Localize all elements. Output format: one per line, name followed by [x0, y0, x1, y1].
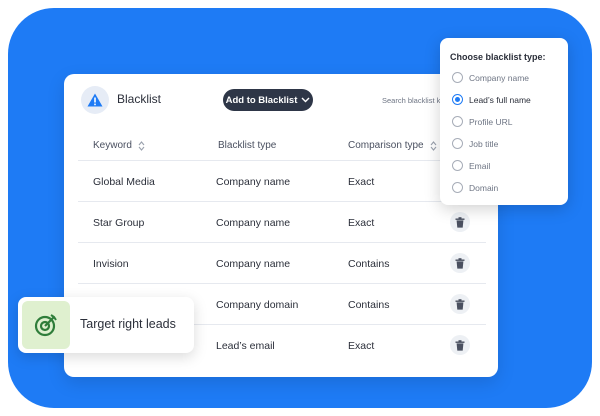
column-header-blacklist-type: Blacklist type — [218, 140, 276, 151]
cell-comparison-type: Exact — [348, 176, 375, 188]
cell-blacklist-type: Company name — [216, 176, 291, 188]
trash-icon — [455, 298, 465, 310]
cell-blacklist-type: Company name — [216, 217, 291, 229]
radio-button[interactable] — [452, 116, 463, 127]
column-header-label: Keyword — [93, 140, 132, 151]
option-label: Job title — [469, 138, 499, 149]
cell-blacklist-type: Company name — [216, 258, 291, 270]
sort-icon — [430, 140, 437, 151]
dropdown-title: Choose blacklist type: — [450, 52, 546, 62]
cell-keyword: Global Media — [93, 176, 155, 188]
radio-button[interactable] — [452, 138, 463, 149]
delete-button[interactable] — [450, 335, 470, 355]
option-email[interactable]: Email — [452, 160, 490, 171]
add-to-blacklist-label: Add to Blacklist — [225, 94, 298, 106]
cell-comparison-type: Exact — [348, 340, 375, 352]
radio-button[interactable] — [452, 160, 463, 171]
radio-button-selected[interactable] — [452, 94, 463, 105]
option-label: Email — [469, 160, 491, 171]
search-input[interactable]: Search blacklist ke — [382, 96, 445, 105]
target-icon — [22, 301, 70, 349]
cell-comparison-type: Contains — [348, 299, 390, 311]
cell-blacklist-type: Company domain — [216, 299, 299, 311]
card-header: Blacklist Add to Blacklist Search blackl… — [64, 74, 498, 126]
radio-button[interactable] — [452, 182, 463, 193]
page-title: Blacklist — [117, 92, 162, 106]
row-divider — [78, 242, 486, 243]
option-profile-url[interactable]: Profile URL — [452, 116, 512, 127]
cell-keyword: Star Group — [93, 217, 145, 229]
badge-label: Target right leads — [80, 317, 176, 331]
column-header-comparison-type[interactable]: Comparison type — [348, 140, 437, 151]
feature-badge: Target right leads — [18, 297, 194, 353]
column-header-label: Comparison type — [348, 140, 424, 151]
row-divider — [78, 283, 486, 284]
cell-comparison-type: Exact — [348, 217, 375, 229]
cell-comparison-type: Contains — [348, 258, 390, 270]
radio-button[interactable] — [452, 72, 463, 83]
trash-icon — [455, 216, 465, 228]
cell-keyword: Invision — [93, 258, 129, 270]
option-label: Profile URL — [469, 116, 513, 127]
sort-icon — [138, 140, 145, 151]
option-label: Lead’s full name — [469, 94, 531, 105]
row-divider — [78, 160, 486, 161]
option-label: Company name — [469, 72, 530, 83]
chevron-down-icon — [301, 97, 310, 103]
add-to-blacklist-button[interactable]: Add to Blacklist — [223, 89, 313, 111]
trash-icon — [455, 339, 465, 351]
cell-blacklist-type: Lead’s email — [216, 340, 275, 352]
delete-button[interactable] — [450, 212, 470, 232]
blacklist-type-dropdown: Choose blacklist type: Company name Lead… — [440, 38, 568, 205]
column-header-label: Blacklist type — [218, 140, 277, 151]
trash-icon — [455, 257, 465, 269]
delete-button[interactable] — [450, 253, 470, 273]
row-divider — [78, 201, 486, 202]
column-header-keyword[interactable]: Keyword — [93, 140, 145, 151]
warning-icon — [81, 86, 109, 114]
option-company-name[interactable]: Company name — [452, 72, 529, 83]
option-job-title[interactable]: Job title — [452, 138, 498, 149]
option-domain[interactable]: Domain — [452, 182, 498, 193]
delete-button[interactable] — [450, 294, 470, 314]
option-label: Domain — [469, 182, 499, 193]
option-leads-full-name[interactable]: Lead’s full name — [452, 94, 531, 105]
